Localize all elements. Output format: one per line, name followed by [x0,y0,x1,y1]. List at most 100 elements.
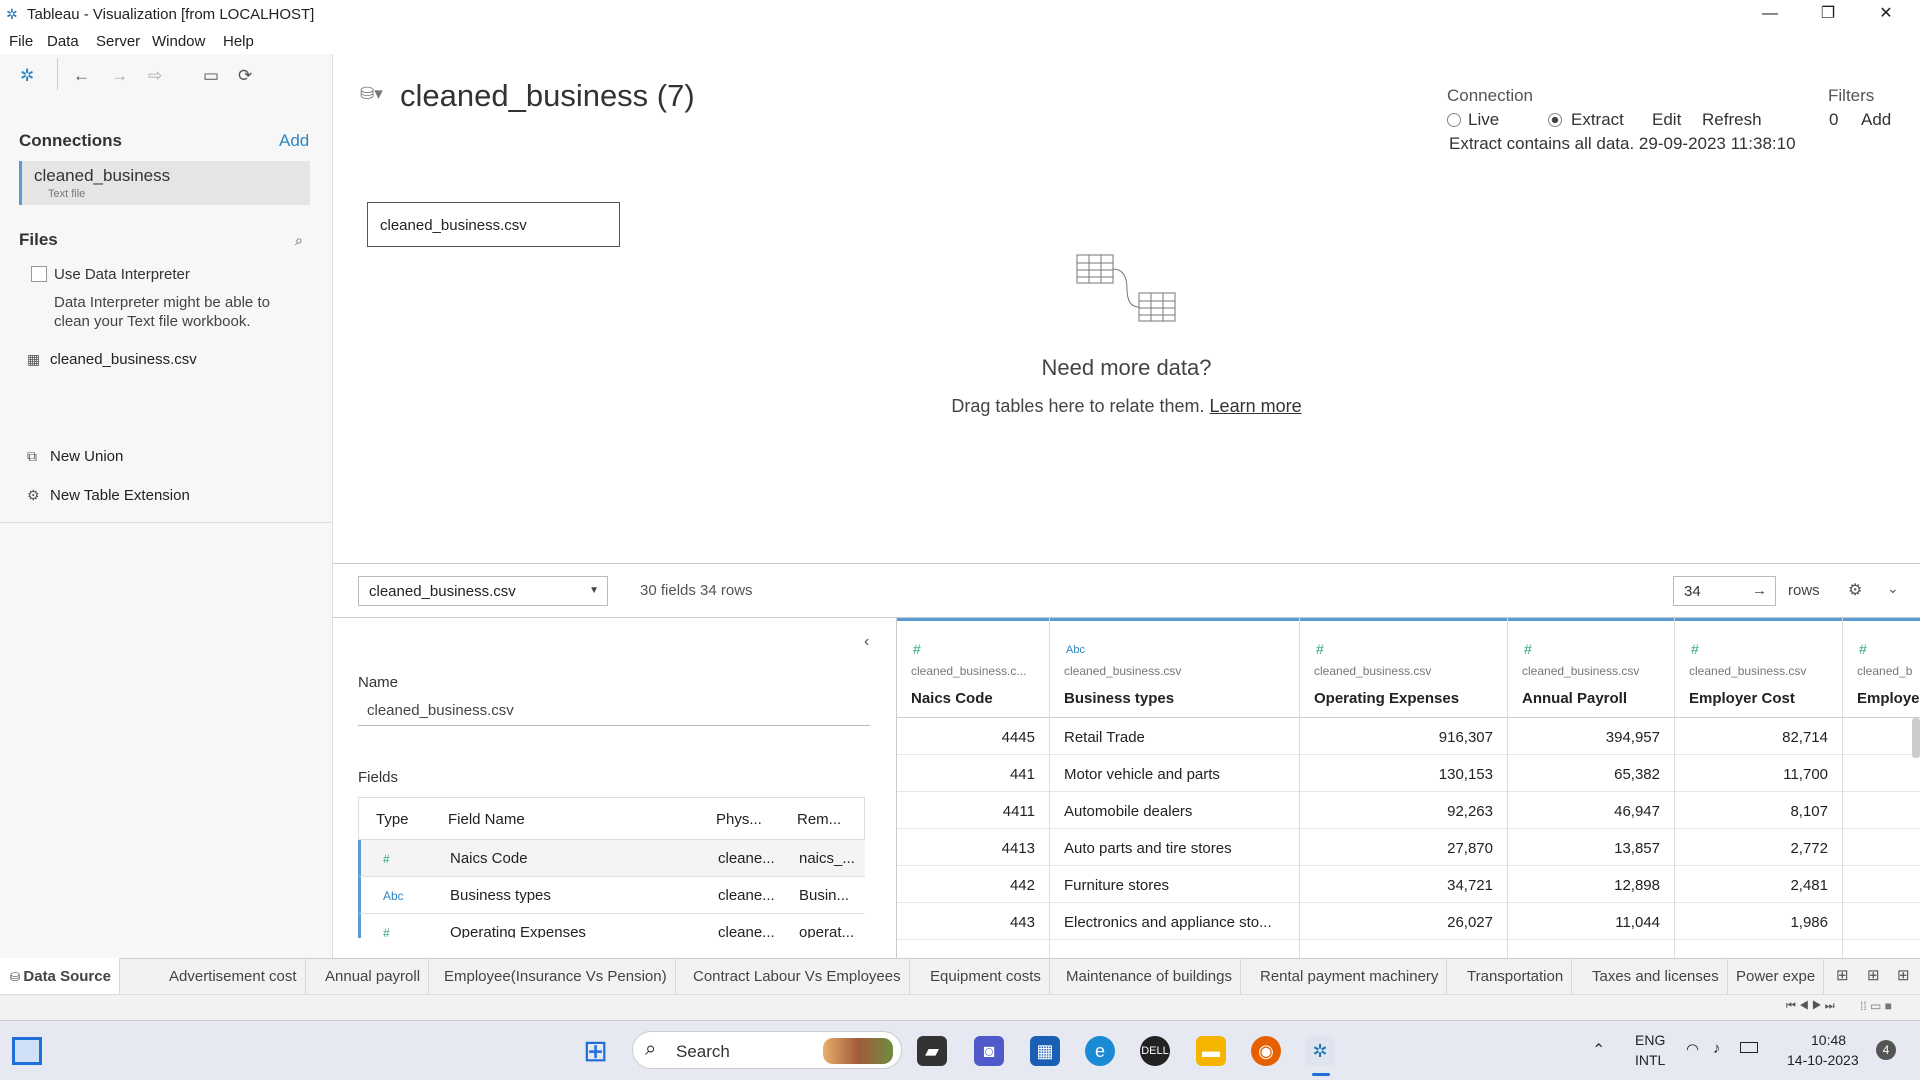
edge-icon[interactable]: e [1085,1036,1115,1066]
grid-cell[interactable]: Electronics and appliance sto... [1050,903,1299,940]
column-type-icon[interactable]: # [1316,641,1324,657]
column-type-icon[interactable]: # [1859,641,1867,657]
file-explorer-dark-icon[interactable]: ▰ [917,1036,947,1066]
view-mode-icons[interactable]: ⁞⁞ ▭ ■ [1860,999,1892,1013]
field-type-icon: Abc [383,889,404,903]
wifi-icon[interactable]: ◠ [1686,1040,1699,1058]
folder-icon[interactable]: ▬ [1196,1036,1226,1066]
sheet-tab[interactable]: Employee(Insurance Vs Pension) [436,958,676,994]
grid-column-header[interactable]: Abc cleaned_business.csv Business types [1050,618,1299,718]
grid-column: # cleaned_business.csv Employer Cost 82,714… [1675,618,1843,958]
grid-cell[interactable]: Auto parts and tire stores [1050,829,1299,866]
sheet-tab[interactable]: Maintenance of buildings [1058,958,1241,994]
active-app-indicator [1312,1073,1330,1076]
grid-cell[interactable]: 8,107 [1675,792,1842,829]
column-type-icon[interactable]: # [1524,641,1532,657]
field-name[interactable]: Operating Expenses [450,924,586,938]
clock-date[interactable]: 14-10-2023 [1787,1052,1859,1068]
grid-cell[interactable]: 82,714 [1675,718,1842,755]
grid-cell[interactable] [1843,755,1920,792]
grid-scrollbar[interactable] [1912,718,1920,758]
tableau-taskbar-icon[interactable]: ✲ [1305,1036,1335,1066]
store-icon[interactable]: ▦ [1030,1036,1060,1066]
grid-cell[interactable]: 442 [897,866,1049,903]
field-physical-table: cleane... [718,887,775,904]
battery-icon[interactable] [1740,1042,1758,1053]
grid-cell[interactable]: Furniture stores [1050,866,1299,903]
field-row[interactable]: # Naics Code cleane... naics_... [358,840,865,877]
tab-nav-icons[interactable]: ⏮ ◀ ▶ ⏭ [1786,1000,1835,1013]
grid-cell[interactable]: 11,700 [1675,755,1842,792]
sheet-tab[interactable]: Rental payment machinery [1252,958,1448,994]
new-dashboard-icon[interactable]: ⊞ [1867,966,1880,984]
grid-cell[interactable]: Automobile dealers [1050,792,1299,829]
grid-cell[interactable] [1843,829,1920,866]
dell-icon[interactable]: DELL [1140,1036,1170,1066]
new-worksheet-icon[interactable]: ⊞ [1836,966,1849,984]
windows-start-icon[interactable]: ⊞ [583,1034,608,1069]
tab-data-source[interactable]: ⛁ Data Source [0,958,120,994]
column-source: cleaned_business.csv [1689,664,1807,678]
taskbar-search[interactable]: ⌕ Search [632,1031,902,1069]
grid-cell[interactable] [1843,903,1920,940]
grid-cell[interactable]: 26,027 [1300,903,1507,940]
grid-cell[interactable]: 443 [897,903,1049,940]
sheet-tab[interactable]: Advertisement cost [161,958,306,994]
grid-cell[interactable]: 11,044 [1508,903,1674,940]
grid-cell[interactable]: 4411 [897,792,1049,829]
grid-column-header[interactable]: # cleaned_business.csv Annual Payroll [1508,618,1674,718]
grid-cell[interactable]: Motor vehicle and parts [1050,755,1299,792]
field-row[interactable]: # Operating Expenses cleane... operat... [358,914,865,938]
column-source: cleaned_business.csv [1522,664,1640,678]
field-name[interactable]: Naics Code [450,850,528,867]
notification-badge[interactable]: 4 [1876,1040,1896,1060]
taskbar [0,1020,1920,1080]
grid-cell[interactable]: 65,382 [1508,755,1674,792]
sheet-tab[interactable]: Equipment costs [922,958,1050,994]
grid-cell[interactable]: 13,857 [1508,829,1674,866]
sheet-tab[interactable]: Annual payroll [317,958,430,994]
grid-cell[interactable]: 394,957 [1508,718,1674,755]
sheet-tab[interactable]: Power expe [1728,958,1825,994]
grid-cell[interactable]: 2,772 [1675,829,1842,866]
volume-icon[interactable]: ♪ [1713,1040,1721,1057]
grid-cell[interactable]: 27,870 [1300,829,1507,866]
column-type-icon[interactable]: Abc [1066,644,1085,656]
tray-chevron-icon[interactable]: ⌃ [1592,1040,1605,1060]
grid-column-header[interactable]: # cleaned_business.csv Employer Cost [1675,618,1842,718]
sheet-tab[interactable]: Transportation [1459,958,1573,994]
clock-time[interactable]: 10:48 [1811,1032,1846,1048]
grid-cell[interactable]: 130,153 [1300,755,1507,792]
grid-cell[interactable] [1843,718,1920,755]
new-story-icon[interactable]: ⊞ [1897,966,1910,984]
grid-cell[interactable] [1843,866,1920,903]
grid-column-header[interactable]: # cleaned_b Employe [1843,618,1920,718]
field-row[interactable]: Abc Business types cleane... Busin... [358,877,865,914]
sheet-tab[interactable]: Contract Labour Vs Employees [685,958,910,994]
lang-eng[interactable]: ENG [1635,1032,1665,1048]
column-source: cleaned_b [1857,664,1913,678]
grid-cell[interactable]: Retail Trade [1050,718,1299,755]
grid-column-header[interactable]: # cleaned_business.c... Naics Code [897,618,1049,718]
grid-cell[interactable] [1843,792,1920,829]
lang-intl[interactable]: INTL [1635,1052,1665,1068]
grid-cell[interactable]: 46,947 [1508,792,1674,829]
grid-cell[interactable]: 12,898 [1508,866,1674,903]
widgets-icon[interactable] [12,1037,42,1065]
grid-cell[interactable]: 4413 [897,829,1049,866]
grid-cell[interactable]: 2,481 [1675,866,1842,903]
grid-cell[interactable]: 441 [897,755,1049,792]
grid-cell[interactable]: 34,721 [1300,866,1507,903]
grid-column-header[interactable]: # cleaned_business.csv Operating Expenses [1300,618,1507,718]
column-type-icon[interactable]: # [1691,641,1699,657]
field-name[interactable]: Business types [450,887,551,904]
grid-column: Abc cleaned_business.csv Business types Ret… [1050,618,1300,958]
firefox-icon[interactable]: ◉ [1251,1036,1281,1066]
grid-cell[interactable]: 92,263 [1300,792,1507,829]
sheet-tab[interactable]: Taxes and licenses [1584,958,1728,994]
teams-icon[interactable]: ◙ [974,1036,1004,1066]
column-type-icon[interactable]: # [913,641,921,657]
grid-cell[interactable]: 4445 [897,718,1049,755]
grid-cell[interactable]: 916,307 [1300,718,1507,755]
grid-cell[interactable]: 1,986 [1675,903,1842,940]
